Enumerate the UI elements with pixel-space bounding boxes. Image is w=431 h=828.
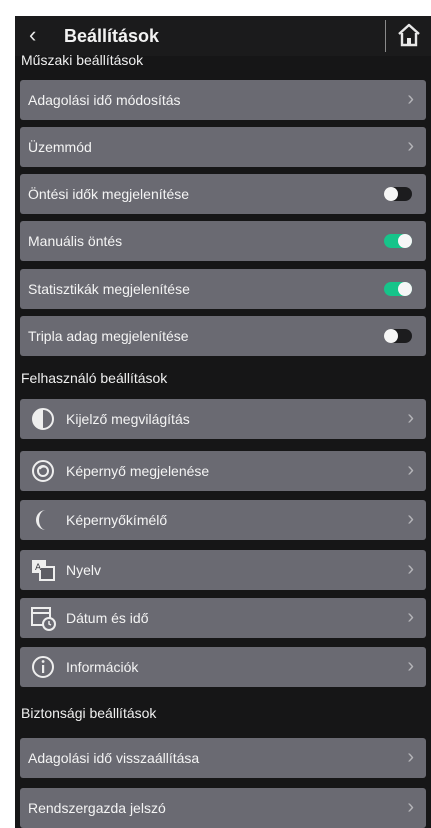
row-dosing-time-modify[interactable]: Adagolási idő módosítás › — [20, 80, 426, 120]
moon-icon — [36, 510, 46, 530]
toggle-knob — [398, 234, 412, 248]
row-label: Tripla adag megjelenítése — [28, 328, 189, 344]
row-screensaver[interactable]: Képernyőkímélő › — [20, 500, 426, 540]
chevron-left-icon[interactable]: ‹ — [29, 24, 36, 46]
row-dosing-time-reset[interactable]: Adagolási idő visszaállítása › — [20, 738, 426, 778]
chevron-right-icon: › — [407, 459, 414, 481]
row-label: Nyelv — [66, 562, 102, 578]
calendar-clock-icon — [31, 607, 56, 631]
row-label: Manuális öntés — [28, 233, 123, 249]
chevron-right-icon: › — [407, 606, 414, 628]
row-label: Képernyő megjelenése — [66, 463, 210, 479]
toggle-switch[interactable] — [384, 329, 412, 343]
row-admin-password[interactable]: Rendszergazda jelszó › — [20, 788, 426, 828]
title-divider — [385, 20, 386, 52]
row-label: Üzemmód — [28, 139, 92, 155]
section-header-technical: Műszaki beállítások — [21, 52, 144, 68]
row-label: Adagolási idő módosítás — [28, 92, 181, 108]
home-icon[interactable] — [394, 20, 424, 50]
row-triple-dose-display: Tripla adag megjelenítése — [20, 316, 426, 356]
title-bar: ‹ Beállítások — [15, 16, 431, 56]
page-title: Beállítások — [64, 26, 160, 46]
svg-text:A: A — [35, 563, 42, 573]
row-label: Képernyőkímélő — [66, 512, 168, 528]
chevron-right-icon: › — [407, 407, 414, 429]
contrast-icon — [32, 408, 54, 430]
row-label: Dátum és idő — [66, 610, 149, 626]
row-label: Öntési idők megjelenítése — [28, 186, 190, 202]
chevron-right-icon: › — [407, 135, 414, 157]
row-label: Információk — [66, 659, 139, 675]
row-operating-mode[interactable]: Üzemmód › — [20, 127, 426, 167]
chevron-right-icon: › — [407, 508, 414, 530]
chevron-right-icon: › — [407, 746, 414, 768]
toggle-knob — [384, 187, 398, 201]
row-information[interactable]: Információk › — [20, 647, 426, 687]
row-label: Kijelző megvilágítás — [66, 411, 190, 427]
row-label: Rendszergazda jelszó — [28, 800, 166, 816]
info-icon — [32, 656, 54, 678]
row-statistics-display: Statisztikák megjelenítése — [20, 269, 426, 309]
row-manual-pour: Manuális öntés — [20, 221, 426, 261]
chevron-right-icon: › — [407, 796, 414, 818]
row-label: Statisztikák megjelenítése — [28, 281, 190, 297]
toggle-switch[interactable] — [384, 282, 412, 296]
chevron-right-icon: › — [407, 558, 414, 580]
chevron-right-icon: › — [407, 655, 414, 677]
row-label: Adagolási idő visszaállítása — [28, 750, 200, 766]
toggle-knob — [384, 329, 398, 343]
section-header-user: Felhasználó beállítások — [21, 370, 168, 386]
display-icon — [32, 460, 54, 482]
chevron-right-icon: › — [407, 88, 414, 110]
row-display-brightness[interactable]: Kijelző megvilágítás › — [20, 399, 426, 439]
row-language[interactable]: A Nyelv › — [20, 550, 426, 590]
toggle-switch[interactable] — [384, 234, 412, 248]
toggle-switch[interactable] — [384, 187, 412, 201]
row-screen-appearance[interactable]: Képernyő megjelenése › — [20, 451, 426, 491]
settings-screen: ‹ Beállítások Műszaki beállítások Adagol… — [15, 16, 431, 828]
row-date-time[interactable]: Dátum és idő › — [20, 598, 426, 638]
language-icon: A — [32, 560, 55, 581]
section-header-security: Biztonsági beállítások — [21, 705, 157, 721]
toggle-knob — [398, 282, 412, 296]
row-pour-times-display: Öntési idők megjelenítése — [20, 174, 426, 214]
